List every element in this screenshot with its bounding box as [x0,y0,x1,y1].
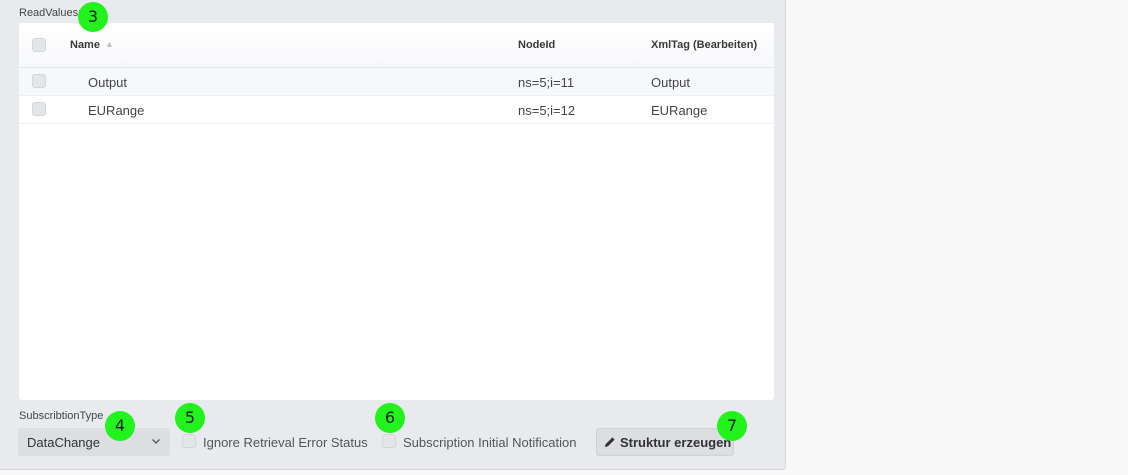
create-structure-button[interactable]: Struktur erzeugen [596,428,734,456]
table-header: Name ▲︎ NodeId XmlTag (Bearbeiten) [19,23,774,68]
initial-notification-label[interactable]: Subscription Initial Notification [403,435,576,450]
table-row[interactable]: EURange ns=5;i=12 EURange [19,96,774,124]
cell-nodeid: ns=5;i=11 [518,75,575,90]
cell-nodeid: ns=5;i=12 [518,103,576,118]
section-label: ReadValues: [19,7,82,19]
column-header-nodeid[interactable]: NodeId [518,39,555,51]
chevron-down-icon [152,439,160,444]
cell-name: EURange [88,103,145,118]
pencil-icon [605,437,615,447]
row-checkbox[interactable] [32,102,46,116]
read-values-table: Name ▲︎ NodeId XmlTag (Bearbeiten) Output… [19,23,774,400]
select-all-checkbox[interactable] [32,38,46,52]
annotation-marker-5: 5 [175,403,205,433]
annotation-marker-4: 4 [105,411,135,441]
column-header-name[interactable]: Name ▲︎ [70,39,114,51]
subscription-type-value: DataChange [27,435,100,450]
cell-xmltag[interactable]: EURange [651,103,707,118]
row-checkbox[interactable] [32,74,46,88]
initial-notification-checkbox[interactable] [382,434,396,448]
annotation-marker-3: 3 [78,2,108,32]
create-structure-label: Struktur erzeugen [620,435,732,450]
cell-xmltag[interactable]: Output [651,75,690,90]
ignore-retrieval-checkbox[interactable] [182,434,196,448]
subscription-type-select[interactable]: DataChange [18,428,170,456]
ignore-retrieval-label[interactable]: Ignore Retrieval Error Status [203,435,368,450]
column-header-name-label: Name [70,39,100,51]
sort-icon[interactable]: ▲︎ [105,39,114,49]
read-values-panel: ReadValues: Name ▲︎ NodeId XmlTag (Bearbe… [0,0,786,470]
annotation-marker-6: 6 [375,403,405,433]
column-header-xmltag[interactable]: XmlTag (Bearbeiten) [651,39,757,51]
annotation-marker-7: 7 [717,411,747,441]
cell-name: Output [88,75,128,90]
subscription-type-label: SubscribtionType [19,410,104,422]
table-row[interactable]: Output ns=5;i=11 Output [19,68,774,96]
